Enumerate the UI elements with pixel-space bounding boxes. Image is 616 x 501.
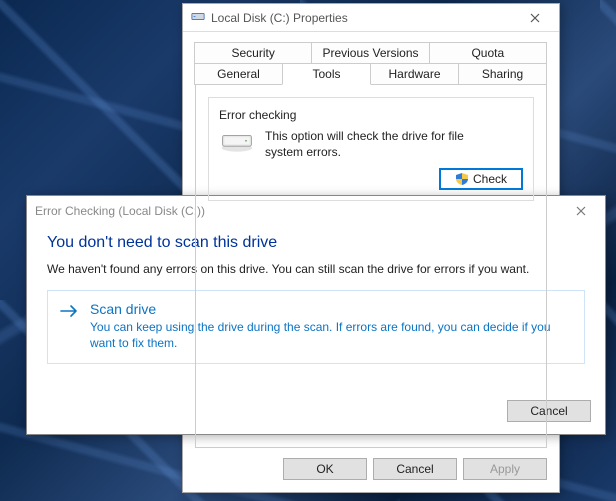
tab-content-tools: Error checking This option will check th… xyxy=(195,84,547,448)
tab-security[interactable]: Security xyxy=(194,42,312,63)
tab-quota[interactable]: Quota xyxy=(429,42,547,63)
close-icon[interactable] xyxy=(515,6,555,30)
arrow-right-icon xyxy=(60,303,80,351)
uac-shield-icon xyxy=(455,172,469,186)
tab-tools[interactable]: Tools xyxy=(282,63,371,85)
tab-general[interactable]: General xyxy=(194,63,283,85)
tab-row-back: Security Previous Versions Quota xyxy=(195,42,547,63)
check-button-label: Check xyxy=(473,172,507,186)
close-icon[interactable] xyxy=(561,199,601,223)
cancel-button[interactable]: Cancel xyxy=(373,458,457,480)
group-description: This option will check the drive for fil… xyxy=(265,128,475,160)
tab-sharing[interactable]: Sharing xyxy=(458,63,547,85)
tab-previous-versions[interactable]: Previous Versions xyxy=(311,42,429,63)
properties-title: Local Disk (C:) Properties xyxy=(211,11,348,25)
error-checking-group: Error checking This option will check th… xyxy=(208,97,534,201)
tab-hardware[interactable]: Hardware xyxy=(370,63,459,85)
group-title: Error checking xyxy=(219,108,523,122)
drive-icon xyxy=(191,9,205,26)
drive-large-icon xyxy=(219,130,255,154)
properties-dialog: Local Disk (C:) Properties Security Prev… xyxy=(182,3,560,493)
error-checking-title: Error Checking (Local Disk (C:)) xyxy=(35,204,205,218)
tabs: Security Previous Versions Quota General… xyxy=(183,32,559,448)
check-button[interactable]: Check xyxy=(439,168,523,190)
apply-button[interactable]: Apply xyxy=(463,458,547,480)
ok-button[interactable]: OK xyxy=(283,458,367,480)
tab-row-front: General Tools Hardware Sharing xyxy=(195,63,547,85)
properties-titlebar[interactable]: Local Disk (C:) Properties xyxy=(183,4,559,32)
properties-footer: OK Cancel Apply xyxy=(183,448,559,492)
